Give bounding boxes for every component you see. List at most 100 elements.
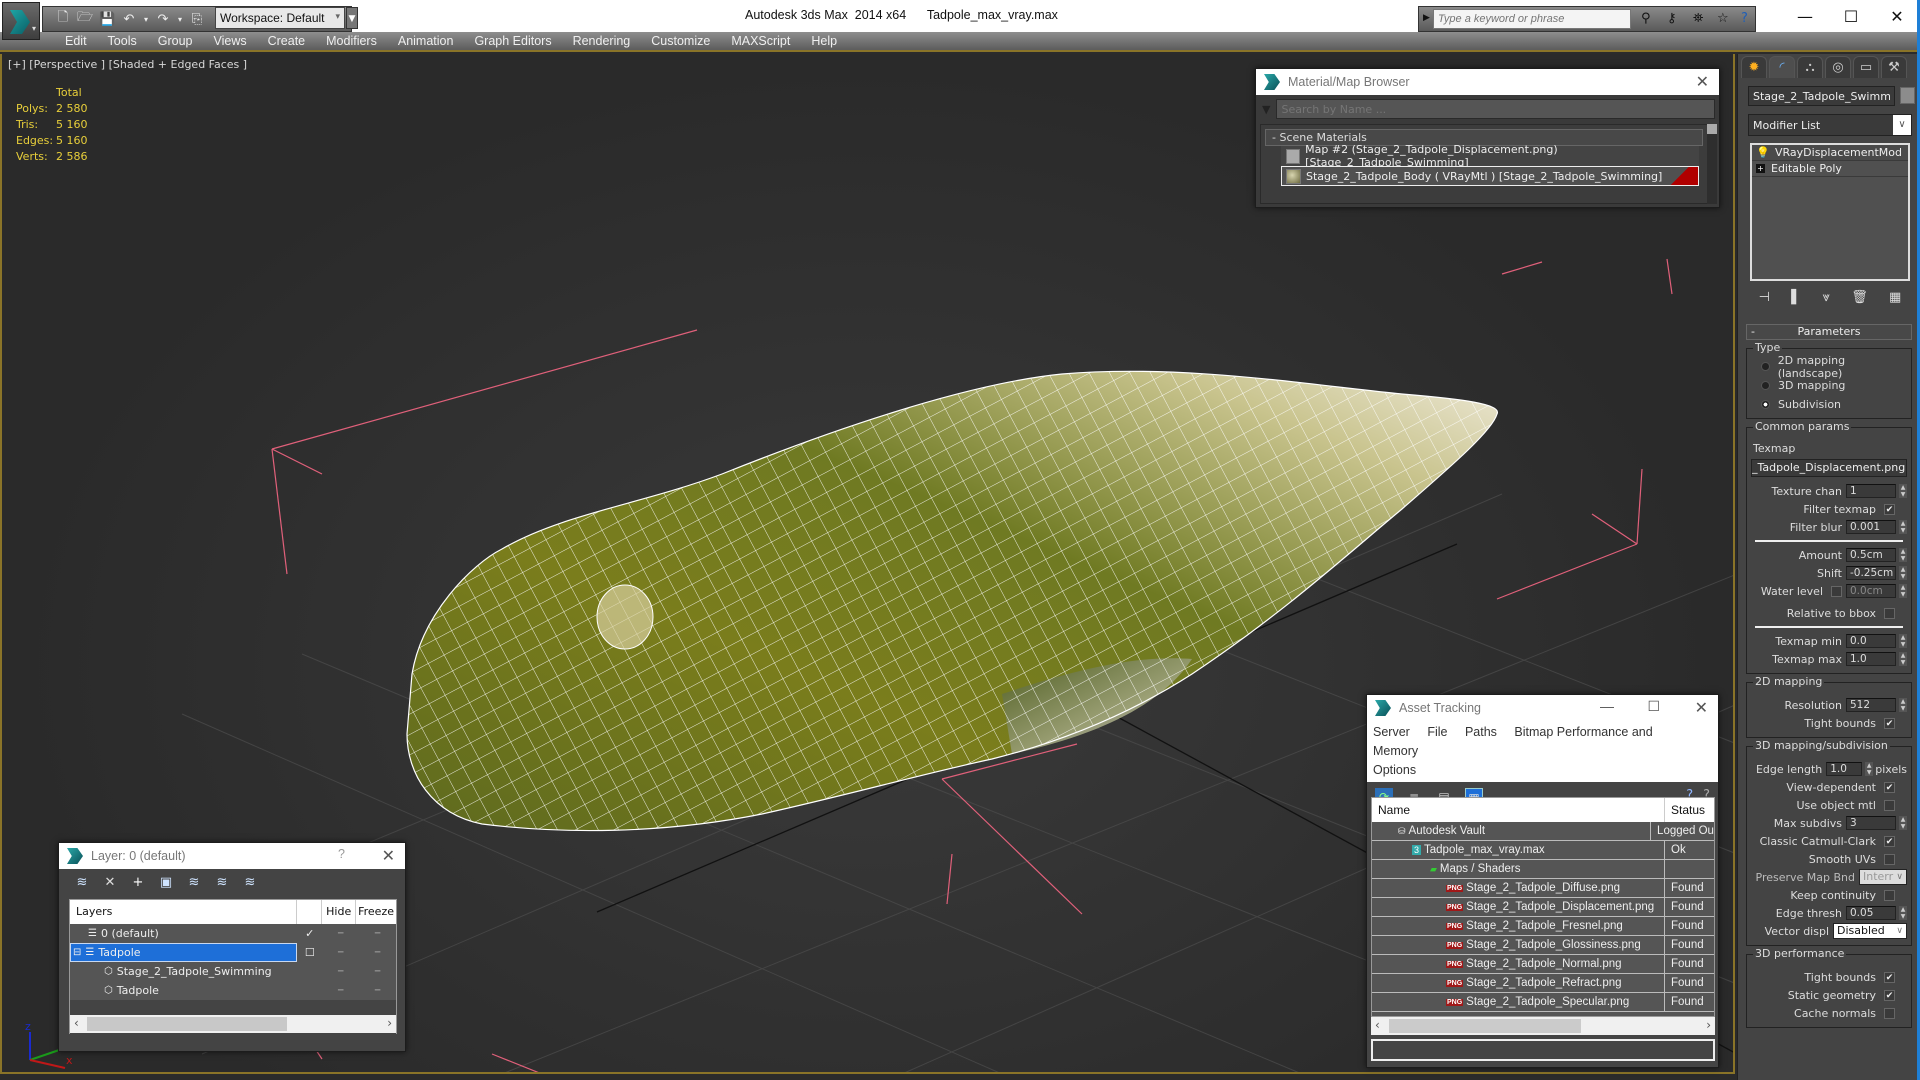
asset-row[interactable]: ⛁ Autodesk Vault Logged Out bbox=[1372, 822, 1714, 841]
texmap-max-field[interactable]: 1.0 bbox=[1846, 652, 1896, 666]
favorites-star-icon[interactable]: ☆ bbox=[1717, 11, 1729, 26]
relative-to-bbox-checkbox[interactable] bbox=[1884, 607, 1895, 619]
asset-row[interactable]: PNG Stage_2_Tadpole_Displacement.png Found bbox=[1372, 898, 1714, 917]
save-icon[interactable]: 💾 bbox=[99, 12, 115, 27]
maximize-button[interactable]: ☐ bbox=[1828, 0, 1874, 32]
undo-icon[interactable]: ↶ bbox=[121, 12, 137, 27]
hide-toggle[interactable]: ━ bbox=[322, 967, 359, 977]
menu-modifiers[interactable]: Modifiers bbox=[317, 32, 389, 50]
keyword-search-input[interactable] bbox=[1433, 9, 1631, 29]
menu-file[interactable]: File bbox=[1427, 725, 1447, 739]
spinner[interactable]: ▲ ▼ bbox=[1899, 520, 1907, 534]
close-icon[interactable]: ✕ bbox=[1695, 698, 1708, 718]
window-titlebar[interactable]: Material/Map Browser ✕ bbox=[1256, 69, 1719, 95]
redo-dropdown-icon[interactable]: ▾ bbox=[177, 15, 183, 24]
freeze-toggle[interactable]: ━ bbox=[359, 986, 396, 996]
workspace-dropdown[interactable]: Workspace: Default ▾ bbox=[215, 7, 345, 29]
use-object-mtl-checkbox[interactable] bbox=[1884, 799, 1895, 811]
column-layers[interactable]: Layers bbox=[70, 900, 298, 924]
scroll-right-icon[interactable]: › bbox=[1706, 1018, 1711, 1032]
key-icon[interactable]: ⚷ bbox=[1667, 11, 1677, 26]
asset-row[interactable]: PNG Stage_2_Tadpole_Diffuse.png Found bbox=[1372, 879, 1714, 898]
utilities-tab-icon[interactable]: ⚒ bbox=[1881, 56, 1907, 78]
spinner[interactable]: ▲ ▼ bbox=[1899, 634, 1907, 648]
modifier-list-dropdown[interactable]: Modifier List ∨ bbox=[1748, 114, 1912, 136]
help-icon[interactable]: ? bbox=[1741, 11, 1748, 26]
undo-dropdown-icon[interactable]: ▾ bbox=[143, 15, 149, 24]
shift-field[interactable]: -0.25cm bbox=[1846, 566, 1896, 580]
edge-thresh-field[interactable]: 0.05 bbox=[1846, 906, 1896, 920]
menu-animation[interactable]: Animation bbox=[389, 32, 466, 50]
asset-row[interactable]: PNG Stage_2_Tadpole_Specular.png Found bbox=[1372, 993, 1714, 1012]
binoculars-icon[interactable]: ⚲ bbox=[1641, 11, 1651, 26]
menu-server[interactable]: Server bbox=[1373, 725, 1410, 739]
spinner[interactable]: ▲ ▼ bbox=[1899, 698, 1907, 712]
modify-tab-icon[interactable]: ◜ bbox=[1769, 56, 1795, 78]
radio-subdivision[interactable]: Subdivision bbox=[1751, 395, 1907, 414]
spinner[interactable]: ▲ ▼ bbox=[1865, 762, 1874, 776]
lightbulb-icon[interactable]: 💡 bbox=[1756, 146, 1770, 159]
menu-tools[interactable]: Tools bbox=[99, 32, 149, 50]
tight-bounds-3d-checkbox[interactable]: ✔ bbox=[1884, 971, 1895, 983]
cache-normals-checkbox[interactable] bbox=[1884, 1007, 1895, 1019]
tight-bounds-2d-checkbox[interactable]: ✔ bbox=[1884, 717, 1895, 729]
spinner[interactable]: ▲ ▼ bbox=[1899, 652, 1907, 666]
create-layer-icon[interactable]: ≋ bbox=[73, 875, 91, 890]
scroll-left-icon[interactable]: ‹ bbox=[1375, 1018, 1380, 1032]
column-status[interactable]: Status bbox=[1665, 798, 1705, 822]
layer-row[interactable]: ⊟ ☰ Tadpole ☐ ━ ━ bbox=[70, 943, 396, 962]
select-layer-icon[interactable]: ≋ bbox=[185, 875, 203, 890]
column-freeze[interactable]: Freeze bbox=[356, 900, 396, 924]
asset-row[interactable]: 3 Tadpole_max_vray.max Ok bbox=[1372, 841, 1714, 860]
filter-texmap-checkbox[interactable]: ✔ bbox=[1884, 503, 1895, 515]
menu-paths[interactable]: Paths bbox=[1465, 725, 1497, 739]
show-end-result-icon[interactable]: ▌ bbox=[1791, 290, 1801, 305]
water-level-field[interactable]: 0.0cm bbox=[1846, 584, 1896, 598]
menu-bitmap-performance[interactable]: Bitmap Performance and Memory bbox=[1373, 725, 1653, 758]
window-titlebar[interactable]: Layer: 0 (default) ? ✕ bbox=[59, 843, 405, 869]
asset-row[interactable]: PNG Stage_2_Tadpole_Fresnel.png Found bbox=[1372, 917, 1714, 936]
menu-maxscript[interactable]: MAXScript bbox=[722, 32, 802, 50]
texture-chan-field[interactable]: 1 bbox=[1846, 484, 1896, 498]
texmap-button[interactable]: _Tadpole_Displacement.png) bbox=[1751, 459, 1907, 477]
hide-toggle[interactable]: ━ bbox=[322, 986, 359, 996]
close-icon[interactable]: ✕ bbox=[1696, 72, 1709, 92]
menu-graph-editors[interactable]: Graph Editors bbox=[465, 32, 563, 50]
viewport-label[interactable]: [+] [Perspective ] [Shaded + Edged Faces… bbox=[8, 58, 247, 71]
hide-toggle[interactable]: ━ bbox=[322, 929, 359, 939]
edge-length-field[interactable]: 1.0 bbox=[1826, 762, 1863, 776]
freeze-toggle[interactable]: ━ bbox=[359, 967, 396, 977]
display-tab-icon[interactable]: ▭ bbox=[1853, 56, 1879, 78]
select-objects-icon[interactable]: ▣ bbox=[157, 875, 175, 890]
resolution-field[interactable]: 512 bbox=[1846, 698, 1896, 712]
app-menu-button[interactable]: ▾ bbox=[2, 2, 40, 40]
open-folder-icon[interactable]: 🗁 bbox=[77, 8, 93, 30]
freeze-toggle[interactable]: ━ bbox=[359, 929, 396, 939]
column-current[interactable] bbox=[297, 900, 323, 924]
expand-arrow-icon[interactable]: ▶ bbox=[1423, 13, 1430, 23]
help-button[interactable]: ? bbox=[338, 847, 345, 861]
new-file-icon[interactable]: 🗋 bbox=[55, 8, 71, 30]
menu-views[interactable]: Views bbox=[204, 32, 258, 50]
spinner[interactable]: ▲ ▼ bbox=[1899, 584, 1907, 598]
delete-layer-icon[interactable]: ✕ bbox=[101, 875, 119, 890]
spinner[interactable]: ▲ ▼ bbox=[1899, 484, 1907, 498]
classic-catmull-clark-checkbox[interactable]: ✔ bbox=[1884, 835, 1895, 847]
add-to-layer-icon[interactable]: + bbox=[129, 875, 147, 890]
layer-row[interactable]: ⬡ Stage_2_Tadpole_Swimming ━ ━ bbox=[70, 962, 396, 981]
make-unique-icon[interactable]: ⩔ bbox=[1823, 290, 1830, 305]
filter-blur-field[interactable]: 0.001 bbox=[1846, 520, 1896, 534]
pin-stack-icon[interactable]: ⊣ bbox=[1759, 290, 1770, 305]
asset-row[interactable]: PNG Stage_2_Tadpole_Glossiness.png Found bbox=[1372, 936, 1714, 955]
static-geometry-checkbox[interactable]: ✔ bbox=[1884, 989, 1895, 1001]
redo-icon[interactable]: ↷ bbox=[155, 12, 171, 27]
current-layer-check[interactable]: ☐ bbox=[297, 946, 322, 959]
close-button[interactable]: ✕ bbox=[1874, 0, 1920, 32]
view-dependent-checkbox[interactable]: ✔ bbox=[1884, 781, 1895, 793]
stack-item-editable-poly[interactable]: + Editable Poly bbox=[1752, 161, 1908, 177]
create-tab-icon[interactable]: ✹ bbox=[1741, 56, 1767, 78]
configure-modifier-sets-icon[interactable]: ▦ bbox=[1889, 290, 1901, 305]
menu-help[interactable]: Help bbox=[802, 32, 849, 50]
minimize-button[interactable]: — bbox=[1782, 0, 1828, 32]
motion-tab-icon[interactable]: ◎ bbox=[1825, 56, 1851, 78]
